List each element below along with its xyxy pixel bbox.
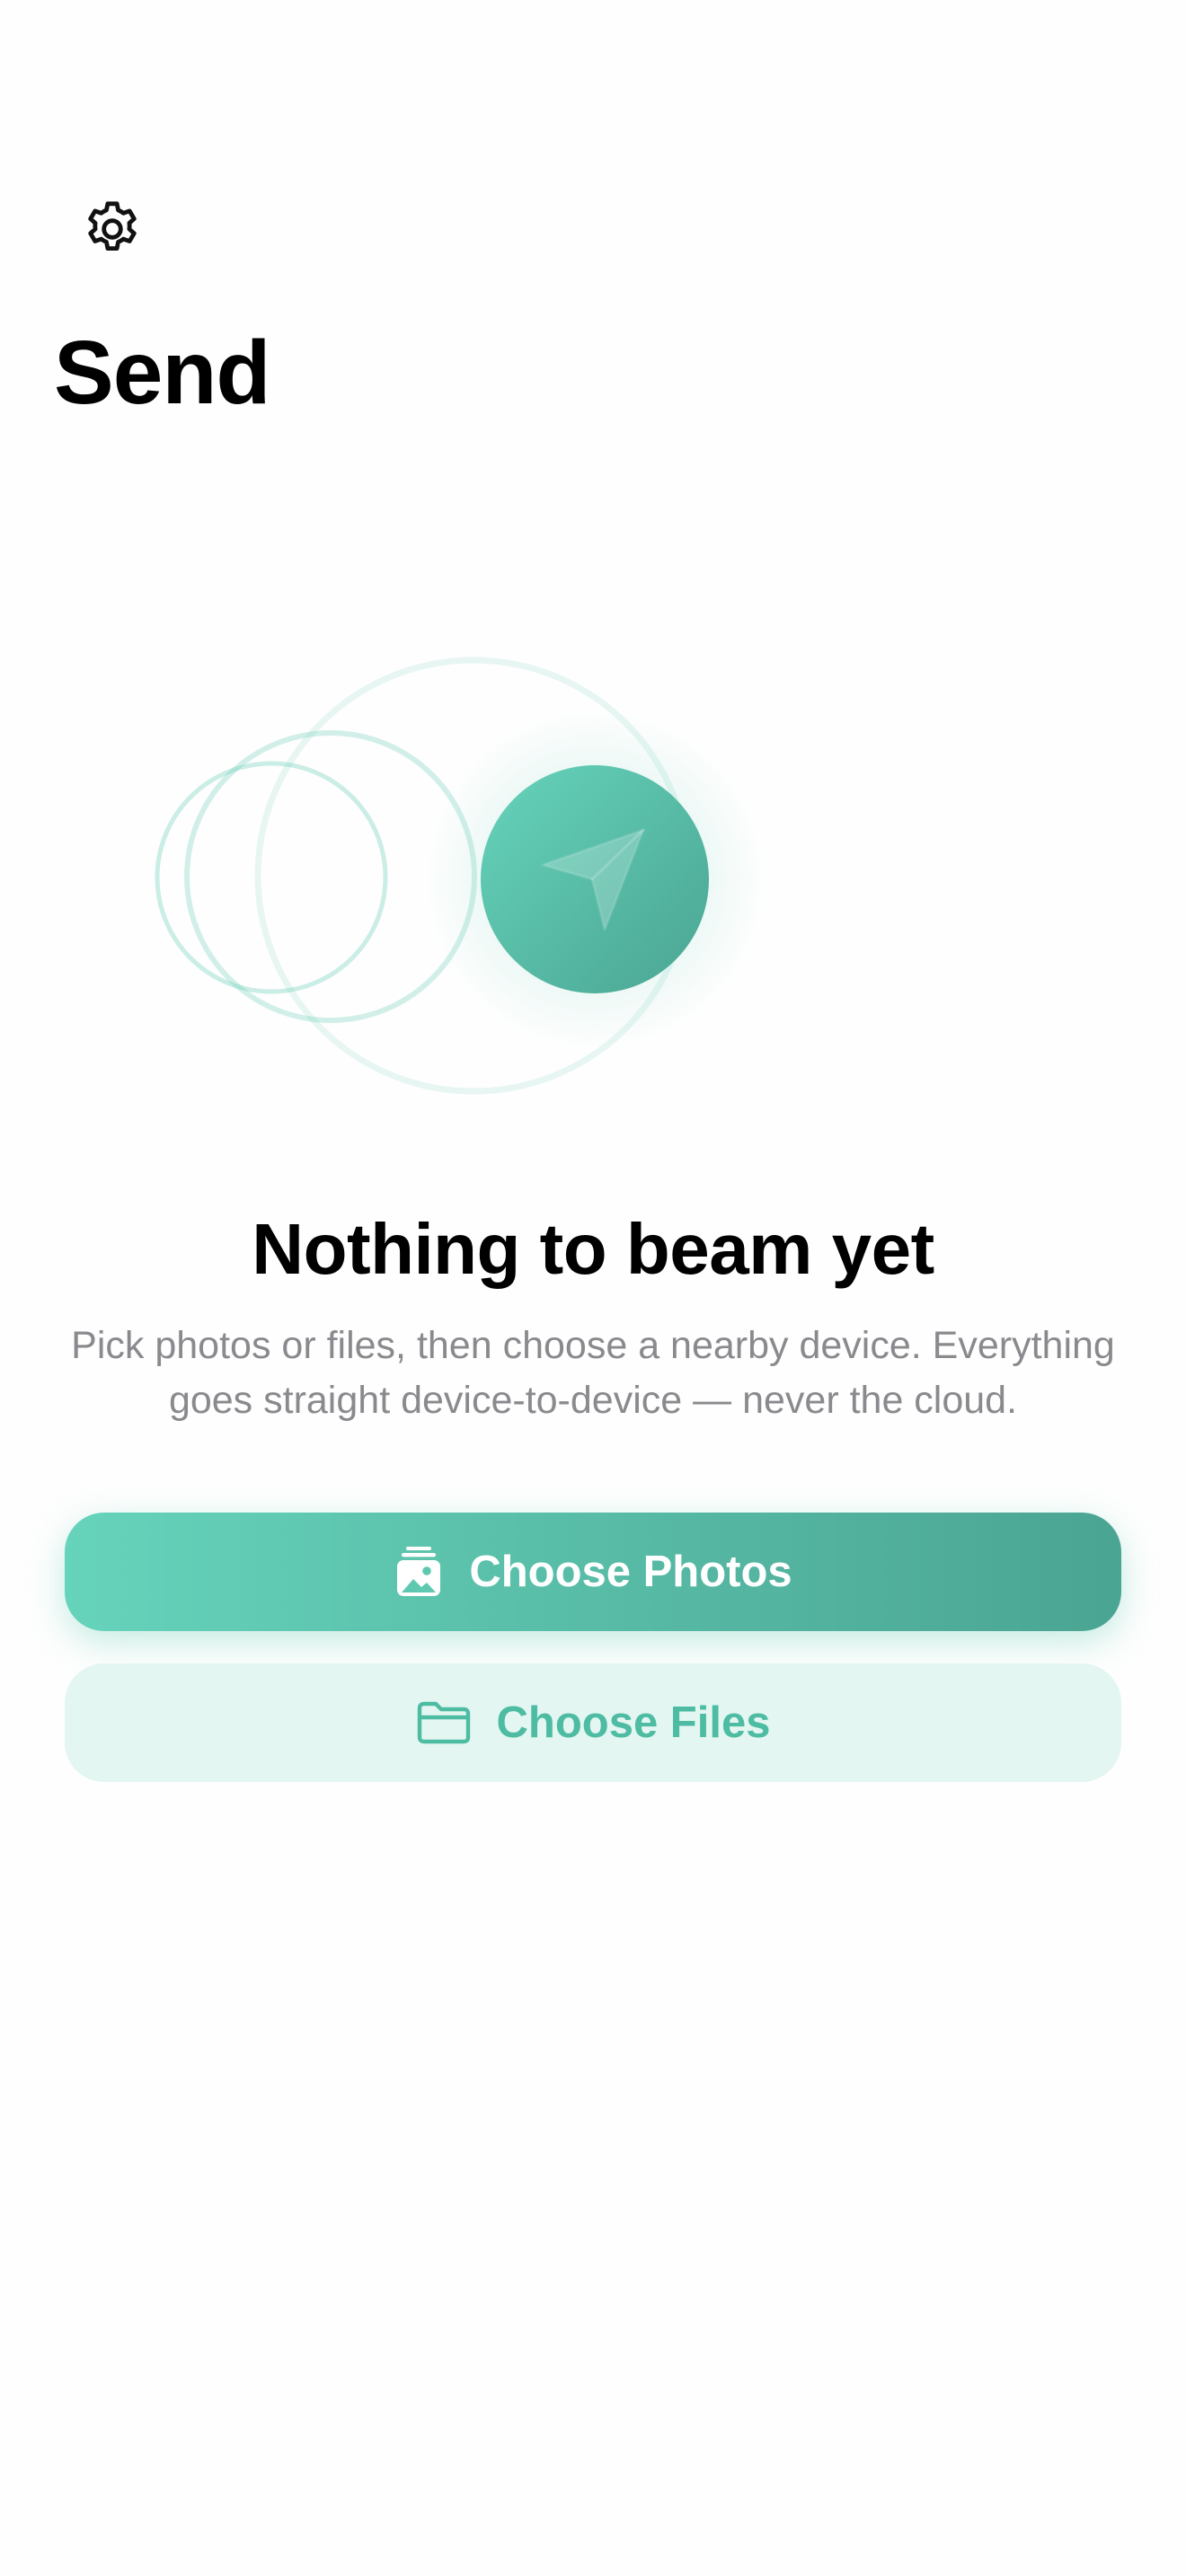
send-screen: Send Nothing to beam yet Pick photos or …: [0, 0, 1186, 2576]
choose-files-button[interactable]: Choose Files: [65, 1663, 1121, 1782]
photos-stack-icon: [394, 1546, 444, 1598]
settings-button[interactable]: [72, 189, 153, 269]
empty-state-title: Nothing to beam yet: [252, 1209, 934, 1289]
choose-files-label: Choose Files: [496, 1698, 771, 1747]
gear-icon: [88, 201, 137, 251]
choose-photos-label: Choose Photos: [469, 1548, 792, 1596]
hero-illustration: [0, 629, 1186, 1132]
empty-state-description: Pick photos or files, then choose a near…: [71, 1324, 1115, 1422]
choose-photos-button[interactable]: Choose Photos: [65, 1513, 1121, 1631]
folder-icon: [416, 1700, 472, 1745]
page-title: Send: [54, 322, 270, 423]
